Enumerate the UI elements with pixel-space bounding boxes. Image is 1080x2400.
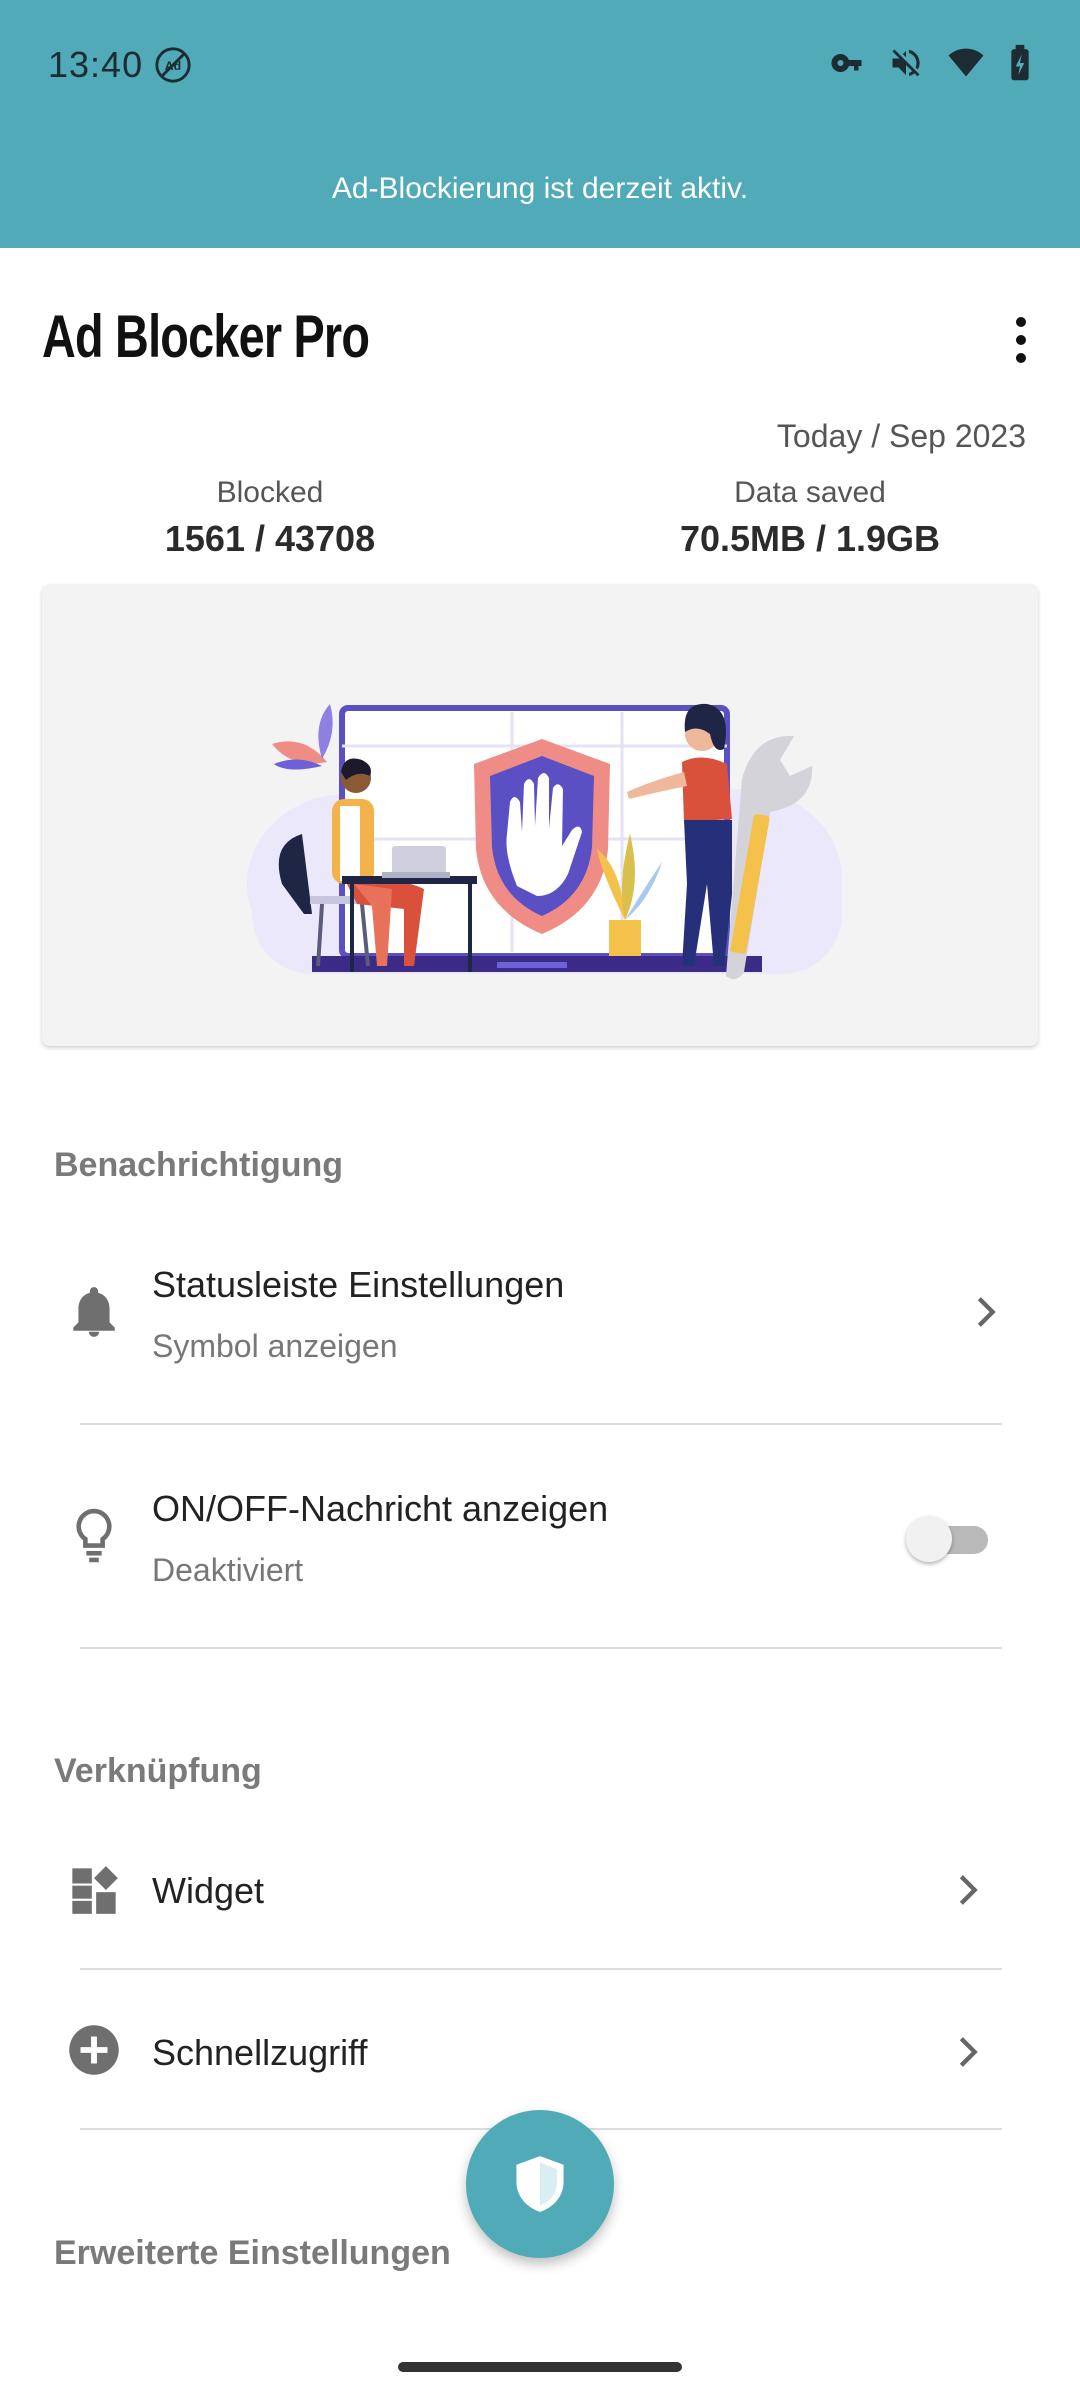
chevron-right-icon [959,1875,978,1905]
stats-period[interactable]: Today / Sep 2023 [777,418,1026,455]
statusbar-settings-title: Statusleiste Einstellungen [152,1264,565,1305]
quick-access-row[interactable]: Schnellzugriff [0,1990,1080,2112]
quick-access-title: Schnellzugriff [152,2032,368,2073]
battery-icon [1011,44,1029,81]
menu-dot-icon [1016,353,1026,363]
widget-icon [66,1862,122,1918]
ad-status-icon: Ad [155,47,191,83]
add-circle-icon [66,2022,122,2078]
app-title: Ad Blocker Pro [42,303,370,370]
section-title-shortcut: Verknüpfung [54,1752,262,1790]
ad-block-illustration [247,703,842,980]
illustration-card [42,584,1038,1046]
mute-icon [892,49,920,77]
status-header: 13:40 Ad Ad-Blockierung ist derzeit akti… [0,0,1080,248]
shield-fab-button[interactable] [466,2110,614,2258]
adblock-status-banner: Ad-Blockierung ist derzeit aktiv. [331,172,749,205]
menu-dot-icon [1016,335,1026,345]
section-title-advanced: Erweiterte Einstellungen [54,2234,451,2272]
toggle-thumb [906,1516,952,1562]
divider [80,1647,1002,1649]
onoff-message-title: ON/OFF-Nachricht anzeigen [152,1488,609,1529]
onoff-message-toggle[interactable] [906,1516,988,1562]
blocked-value: 1561 / 43708 [164,518,376,559]
chevron-right-icon [959,2037,978,2067]
status-icons [830,44,1032,82]
lightbulb-icon [66,1508,122,1564]
statusbar-settings-subtitle: Symbol anzeigen [152,1328,398,1364]
divider [80,1968,1002,1970]
widget-title: Widget [152,1870,265,1911]
divider [80,1423,1002,1425]
wifi-icon [948,48,984,77]
section-title-notification: Benachrichtigung [54,1146,344,1184]
widget-row[interactable]: Widget [0,1830,1080,1952]
shield-icon [516,2156,564,2212]
data-saved-label: Data saved [734,476,886,509]
menu-dot-icon [1016,317,1026,327]
home-indicator[interactable] [398,2362,682,2372]
onoff-message-subtitle: Deaktiviert [152,1552,304,1588]
overflow-menu-button[interactable] [998,310,1044,370]
statusbar-settings-row[interactable]: Statusleiste Einstellungen Symbol anzeig… [0,1236,1080,1386]
vpn-key-icon [831,54,862,72]
data-saved-stat: Data saved 70.5MB / 1.9GB [610,476,1010,560]
chevron-right-icon [977,1297,996,1327]
blocked-stat: Blocked 1561 / 43708 [70,476,470,560]
blocked-label: Blocked [216,476,324,509]
data-saved-value: 70.5MB / 1.9GB [679,518,941,559]
bell-icon [66,1284,122,1340]
status-time: 13:40 [48,44,144,85]
